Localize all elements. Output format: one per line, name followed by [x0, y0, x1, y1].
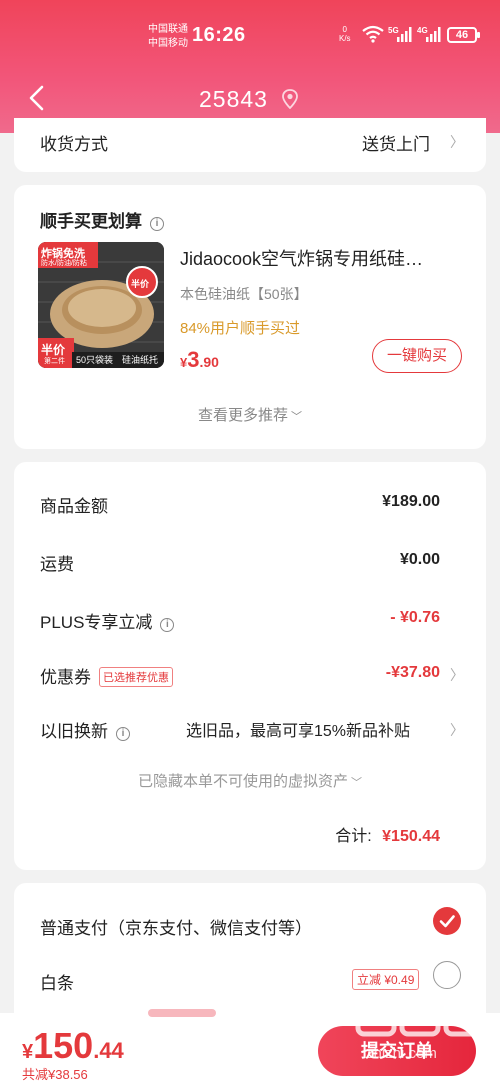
carrier-1: 中国联通 [148, 24, 188, 35]
carrier-info: 中国联通 中国移动 [148, 23, 188, 51]
buy-hint: 84%用户顺手买过 [180, 320, 301, 337]
plus-discount-label: PLUS专享立减 i [40, 608, 175, 633]
coupon-label[interactable]: 优惠券 已选推荐优惠 [40, 663, 173, 688]
payment-option-baitiao[interactable]: 白条 [40, 969, 74, 994]
coupon-value[interactable]: -¥37.80 [386, 664, 440, 682]
header-bar: 中国联通 中国移动 16:26 0 K/s 5G 4G 46 25843 [0, 0, 500, 133]
signal-4g-icon: 4G [417, 26, 441, 42]
svg-text:zhizhi.com: zhizhi.com [366, 1045, 437, 1062]
recommend-card: 顺手买更划算 i 炸锅免洗 防水/防油/防粘 半价 半价 第二件 50只袋装 硅油… [14, 185, 486, 449]
more-recommend-link[interactable]: 查看更多推荐 ﹀ [14, 404, 486, 425]
coupon-tag: 已选推荐优惠 [99, 667, 173, 687]
info-icon[interactable]: i [160, 618, 175, 632]
coupon-chevron-icon[interactable]: 〉 [450, 665, 464, 685]
price-dec: .90 [199, 354, 219, 370]
tradein-value[interactable]: 选旧品，最高可享15%新品补贴 [186, 717, 410, 741]
shipping-label: 运费 [40, 555, 74, 574]
net-speed-unit: K/s [339, 34, 351, 43]
site-watermark: zhizhi.com [352, 984, 492, 1064]
payment-option-normal[interactable]: 普通支付（京东支付、微信支付等） [40, 914, 312, 939]
delivery-chevron-icon[interactable]: 〉 [450, 132, 464, 152]
net-speed-value: 0 [342, 25, 347, 34]
status-bar: 中国联通 中国移动 16:26 0 K/s 5G 4G 46 [0, 22, 500, 52]
product-thumbnail[interactable]: 炸锅免洗 防水/防油/防粘 半价 半价 第二件 50只袋装 硅油纸托 [38, 242, 164, 368]
chevron-down-icon: ﹀ [291, 411, 302, 423]
saved-amount: 共减¥38.56 [22, 1067, 88, 1082]
tradein-chevron-icon[interactable]: 〉 [450, 720, 464, 740]
one-click-buy-button[interactable]: 一键购买 [372, 339, 462, 373]
wifi-icon [362, 25, 384, 43]
price-int: 3 [187, 347, 200, 372]
thumb-badge-bottom-sub: 第二件 [44, 358, 65, 365]
chevron-down-icon: ﹀ [351, 777, 362, 789]
total-row: 合计: ¥150.44 [335, 822, 440, 846]
page-title: 25843 [199, 86, 268, 112]
pay-dec: .44 [93, 1038, 124, 1063]
hidden-assets-toggle[interactable]: 已隐藏本单不可使用的虚拟资产 ﹀ [14, 770, 486, 791]
pay-amount: ¥150.44 [22, 1025, 124, 1067]
net-speed: 0 K/s [339, 25, 351, 43]
delivery-label: 收货方式 [40, 135, 108, 154]
shipping-value: ¥0.00 [399, 551, 440, 568]
total-value: ¥150.44 [382, 828, 440, 845]
coupon-text: 优惠券 [40, 668, 91, 687]
battery-indicator: 46 [447, 27, 480, 43]
product-name[interactable]: Jidaocook空气炸锅专用纸硅… [180, 245, 470, 271]
tooltip-hint [148, 1009, 216, 1017]
clock: 16:26 [192, 24, 246, 46]
location-pin-icon[interactable] [281, 89, 299, 109]
hidden-assets-text: 已隐藏本单不可使用的虚拟资产 [137, 773, 348, 790]
delivery-value[interactable]: 送货上门 [362, 130, 430, 155]
info-icon[interactable]: i [116, 727, 130, 741]
svg-text:4G: 4G [417, 26, 428, 35]
signal-5g-icon: 5G [388, 26, 412, 42]
carrier-2: 中国移动 [148, 38, 188, 49]
checkmark-icon[interactable] [433, 907, 461, 935]
goods-amount-label: 商品金额 [40, 497, 108, 516]
plus-discount-text: PLUS专享立减 [40, 613, 153, 632]
more-recommend-text: 查看更多推荐 [197, 407, 288, 424]
thumb-label: 硅油纸托 [122, 355, 159, 365]
recommend-title: 顺手买更划算 i [40, 207, 164, 232]
thumb-badge-top: 半价 [131, 279, 150, 289]
tradein-label[interactable]: 以旧换新 i [40, 717, 130, 742]
product-spec: 本色硅油纸【50张】 [180, 286, 308, 302]
recommend-title-text: 顺手买更划算 [40, 212, 142, 231]
total-label: 合计: [335, 828, 372, 845]
watermark-logo: zhizhi.com [355, 991, 485, 1062]
back-arrow-icon[interactable] [26, 84, 50, 112]
product-price: ¥3.90 [180, 347, 219, 373]
plus-discount-value: - ¥0.76 [390, 609, 440, 626]
svg-text:5G: 5G [388, 26, 399, 35]
pay-symbol: ¥ [22, 1041, 34, 1063]
thumb-pack: 50只袋装 [76, 355, 114, 365]
pay-int: 150 [33, 1025, 94, 1066]
tradein-text: 以旧换新 [40, 722, 108, 741]
delivery-card: 收货方式 送货上门 〉 [14, 118, 486, 172]
goods-amount-value: ¥189.00 [382, 493, 440, 510]
info-icon[interactable]: i [150, 217, 164, 231]
order-summary-card: 商品金额 ¥189.00 运费 ¥0.00 PLUS专享立减 i - ¥0.76 … [14, 462, 486, 870]
thumb-sub: 防水/防油/防粘 [41, 260, 87, 267]
